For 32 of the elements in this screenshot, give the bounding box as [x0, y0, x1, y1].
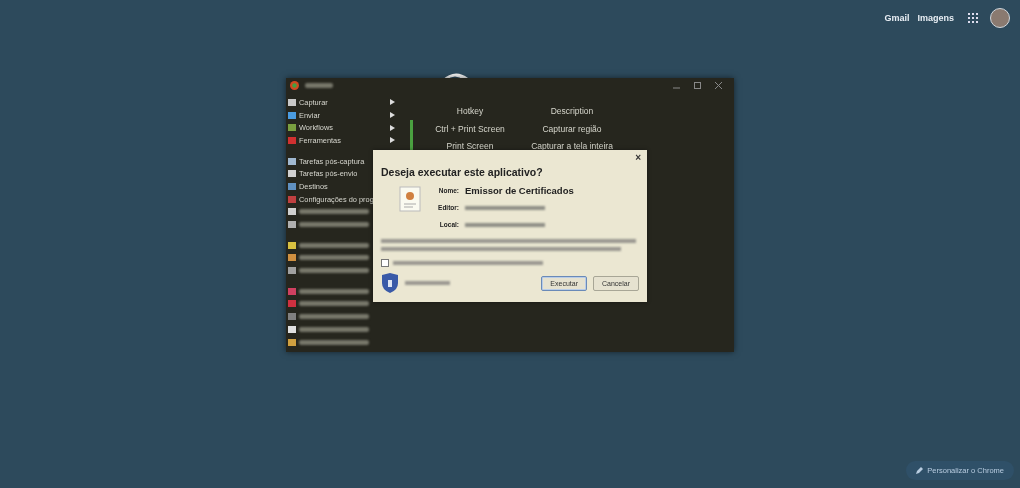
blurred-menu-item[interactable] [299, 339, 369, 345]
column-header: Hotkey [455, 104, 485, 118]
blurred-menu-item[interactable] [299, 326, 369, 332]
blurred-menu-item[interactable] [299, 268, 369, 274]
close-icon[interactable] [715, 81, 722, 89]
apps-grid-icon[interactable] [968, 13, 978, 23]
blurred-window-title [305, 82, 333, 88]
table-cell-text: Ctrl + Print Screen [434, 122, 506, 136]
blurred-menu-item[interactable] [299, 242, 369, 248]
table-cell-text: Capturar a tela inteira [530, 139, 614, 153]
blurred-menu-item[interactable] [299, 288, 369, 294]
blurred-menu-item[interactable] [299, 301, 369, 307]
close-button[interactable]: × [635, 152, 641, 163]
header-link[interactable]: Imagens [917, 13, 954, 23]
blurred-menu-item[interactable] [299, 222, 369, 228]
blurred-menu-item[interactable] [299, 255, 369, 261]
dialog-title: Deseja executar este aplicativo? [381, 166, 544, 178]
avatar[interactable] [990, 8, 1010, 28]
blurred-link[interactable] [405, 281, 450, 285]
maximize-icon[interactable] [694, 81, 701, 89]
pencil-icon [916, 467, 924, 474]
blurred-menu-item[interactable] [299, 314, 369, 320]
header-link[interactable]: Gmail [884, 13, 910, 23]
column-header: Description [549, 104, 595, 118]
table-cell-text: Print Screen [445, 139, 495, 153]
checkbox[interactable] [381, 259, 389, 267]
blurred-menu-item[interactable] [299, 209, 369, 215]
table-cell-text: Capturar região [541, 122, 603, 136]
field-value: Emissor de Certificados [465, 185, 574, 196]
shield-icon [381, 273, 399, 293]
certificate-icon [399, 186, 421, 212]
app-logo-icon [290, 80, 299, 90]
